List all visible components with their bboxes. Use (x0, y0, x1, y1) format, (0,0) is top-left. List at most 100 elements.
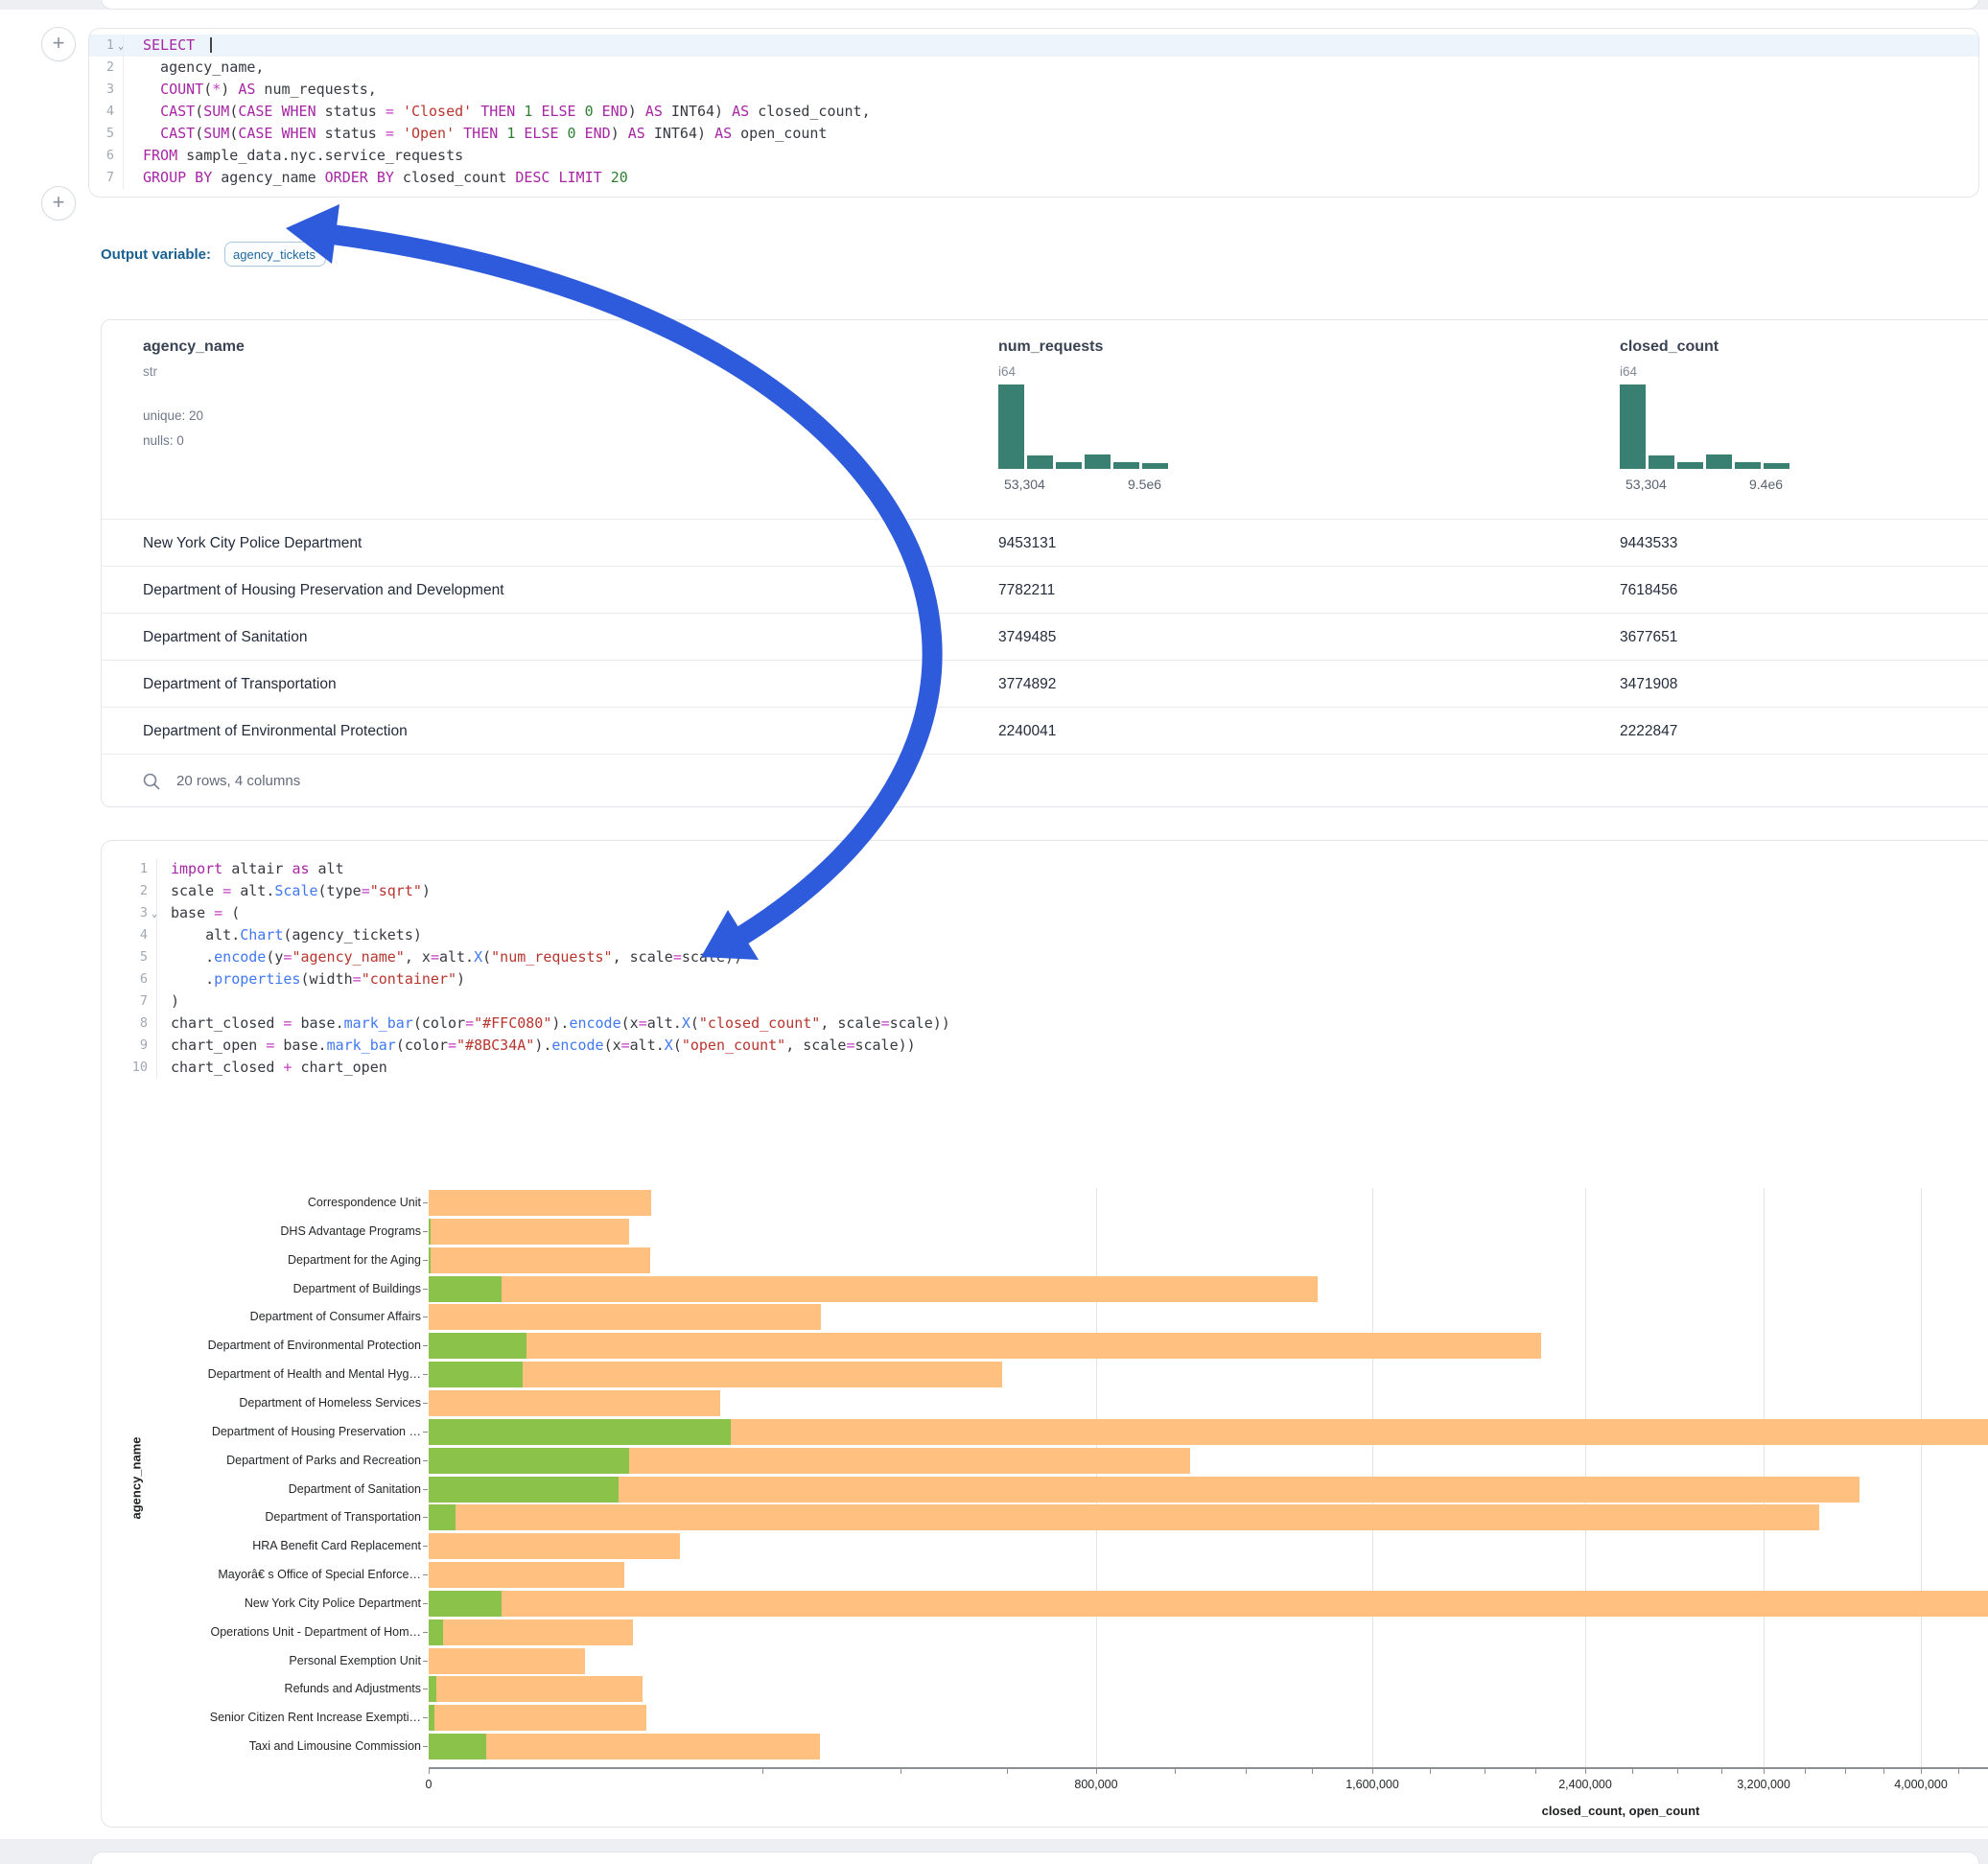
table-row: Department of Sanitation37494853677651 (102, 613, 1988, 661)
chart-y-tick (423, 1260, 428, 1261)
table-cell: 9443533 (1620, 520, 1677, 567)
table-cell: 3774892 (998, 661, 1056, 708)
chart-y-tick (423, 1717, 428, 1718)
bar-open-count (429, 1477, 619, 1503)
line-number: 3⌄ (102, 902, 157, 924)
bar-closed-count (429, 1533, 680, 1559)
histogram-bar (1142, 463, 1168, 469)
line-number: 6 (89, 145, 124, 167)
table-row: New York City Police Department945313194… (102, 519, 1988, 567)
code-text: FROM sample_data.nyc.service_requests (124, 145, 463, 167)
column-header-agency_name[interactable]: agency_name (143, 338, 245, 356)
code-text: scale = alt.Scale(type="sqrt") (157, 880, 431, 902)
code-line-4[interactable]: 4 alt.Chart(agency_tickets) (102, 924, 1988, 946)
code-text: alt.Chart(agency_tickets) (157, 924, 422, 946)
chart-y-tick (423, 1403, 428, 1404)
bar-open-count (429, 1219, 431, 1245)
code-line-1[interactable]: 1import altair as alt (102, 858, 1988, 880)
code-line-2[interactable]: 2 agency_name, (89, 57, 1978, 79)
code-line-5[interactable]: 5 CAST(SUM(CASE WHEN status = 'Open' THE… (89, 123, 1978, 145)
add-cell-button[interactable]: + (41, 27, 76, 61)
chart-y-tick (423, 1746, 428, 1747)
code-line-7[interactable]: 7GROUP BY agency_name ORDER BY closed_co… (89, 167, 1978, 189)
chart-gridline (1921, 1188, 1922, 1767)
chart-y-tick (423, 1661, 428, 1662)
histogram-bar (1764, 463, 1789, 469)
code-line-10[interactable]: 10chart_closed + chart_open (102, 1057, 1988, 1079)
chart-x-axis-title: closed_count, open_count (1429, 1804, 1813, 1818)
chart-y-label: Department of Environmental Protection (105, 1339, 421, 1352)
code-line-1[interactable]: 1⌄SELECT (89, 35, 1978, 57)
sql-editor[interactable]: 1⌄SELECT 2 agency_name,3 COUNT(*) AS num… (89, 35, 1978, 189)
chart-y-label: Senior Citizen Rent Increase Exempti… (105, 1711, 421, 1724)
table-cell: 7782211 (998, 567, 1055, 614)
fold-chevron-icon[interactable]: ⌄ (118, 35, 124, 58)
table-row: Department of Environmental Protection 22… (102, 707, 1988, 755)
table-cell: Department of Housing Preservation and D… (143, 567, 504, 614)
line-number: 8 (102, 1013, 157, 1035)
column-histogram (1620, 384, 1792, 469)
table-cell: Department of Environmental Protection (143, 708, 408, 755)
code-line-6[interactable]: 6FROM sample_data.nyc.service_requests (89, 145, 1978, 167)
column-header-num_requests[interactable]: num_requests (998, 338, 1103, 356)
chart-x-label: 2,400,000 (1528, 1778, 1643, 1791)
code-line-9[interactable]: 9chart_open = base.mark_bar(color="#8BC3… (102, 1035, 1988, 1057)
bar-closed-count (429, 1219, 629, 1245)
output-variable-pill[interactable]: agency_tickets (224, 242, 326, 267)
code-line-7[interactable]: 7) (102, 990, 1988, 1013)
chart-x-tick (1883, 1767, 1884, 1774)
code-line-3[interactable]: 3 COUNT(*) AS num_requests, (89, 79, 1978, 101)
chart-y-label: Correspondence Unit (105, 1196, 421, 1209)
histogram-min-label: 53,304 (1004, 477, 1045, 492)
chart-x-tick (1677, 1767, 1678, 1774)
code-line-6[interactable]: 6 .properties(width="container") (102, 968, 1988, 990)
search-icon[interactable] (142, 772, 161, 791)
chart-x-tick (900, 1767, 901, 1774)
bar-open-count (429, 1734, 486, 1759)
fold-chevron-icon[interactable]: ⌄ (152, 903, 157, 925)
chart-y-tick (423, 1574, 428, 1575)
page-top-margin (0, 0, 1988, 10)
code-line-8[interactable]: 8chart_closed = base.mark_bar(color="#FF… (102, 1013, 1988, 1035)
table-cell: 2240041 (998, 708, 1056, 755)
python-editor[interactable]: 1import altair as alt2scale = alt.Scale(… (102, 858, 1988, 1079)
output-variable-value: agency_tickets (233, 247, 317, 262)
histogram-bar (1113, 462, 1139, 469)
bar-open-count (429, 1362, 523, 1387)
code-text: chart_closed = base.mark_bar(color="#FFC… (157, 1013, 950, 1035)
histogram-bar (998, 384, 1024, 469)
code-text: CAST(SUM(CASE WHEN status = 'Open' THEN … (124, 123, 827, 145)
code-text: base = ( (157, 902, 240, 924)
code-line-3[interactable]: 3⌄base = ( (102, 902, 1988, 924)
sql-cell[interactable]: 1⌄SELECT 2 agency_name,3 COUNT(*) AS num… (88, 28, 1979, 198)
chart-x-axis-line (429, 1767, 1988, 1769)
bar-open-count (429, 1247, 431, 1273)
bar-closed-count (429, 1276, 1318, 1302)
chart-y-tick (423, 1345, 428, 1346)
line-number: 5 (102, 946, 157, 968)
chart-y-label: Department of Health and Mental Hyg… (105, 1367, 421, 1381)
code-line-2[interactable]: 2scale = alt.Scale(type="sqrt") (102, 880, 1988, 902)
table-cell: Department of Sanitation (143, 614, 307, 661)
page-bottom-margin (0, 1839, 1988, 1864)
add-cell-button-2[interactable]: + (41, 186, 76, 221)
chart-y-label: Department of Buildings (105, 1282, 421, 1295)
code-line-5[interactable]: 5 .encode(y="agency_name", x=alt.X("num_… (102, 946, 1988, 968)
table-cell: 3677651 (1620, 614, 1677, 661)
chart-y-tick (423, 1546, 428, 1547)
histogram-max-label: 9.4e6 (1749, 477, 1783, 492)
line-number: 1⌄ (89, 35, 124, 57)
column-header-closed_count[interactable]: closed_count (1620, 338, 1719, 356)
line-number: 6 (102, 968, 157, 990)
bar-closed-count (429, 1190, 651, 1216)
code-line-4[interactable]: 4 CAST(SUM(CASE WHEN status = 'Closed' T… (89, 101, 1978, 123)
bar-closed-count (429, 1591, 1988, 1617)
code-text: ) (157, 990, 179, 1013)
chart-x-tick (1372, 1767, 1373, 1774)
chart-y-label: Personal Exemption Unit (105, 1654, 421, 1667)
histogram-bar (1706, 454, 1732, 469)
bar-closed-count (429, 1734, 820, 1759)
bar-open-count (429, 1705, 434, 1731)
bar-open-count (429, 1676, 436, 1702)
chart-y-tick (423, 1231, 428, 1232)
